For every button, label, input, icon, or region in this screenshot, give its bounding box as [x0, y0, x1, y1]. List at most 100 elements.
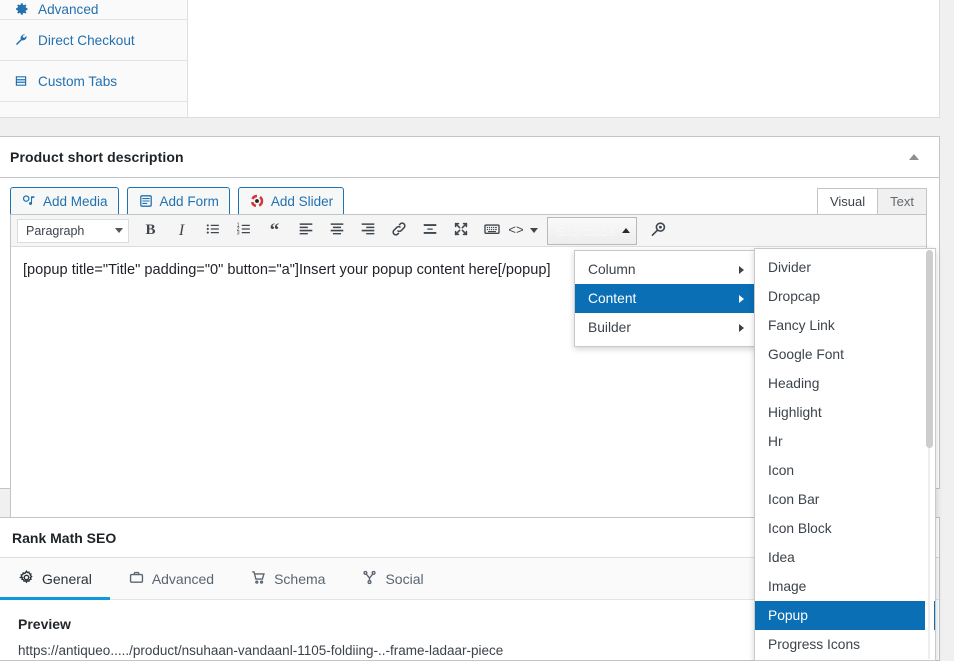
readmore-icon: [421, 220, 439, 241]
bold-button[interactable]: B: [135, 217, 166, 245]
aligncenter-icon: [328, 220, 346, 241]
share-icon: [361, 569, 378, 589]
product-data-tab-advanced[interactable]: Advanced: [0, 0, 187, 20]
tab-text-label: Text: [890, 194, 914, 209]
submenu-scrollbar[interactable]: [925, 250, 934, 659]
menu-item-label: Content: [588, 291, 637, 306]
editor-toolbar: Paragraph B I 123 “ <> Shortcode: [11, 215, 926, 247]
scrollbar-thumb[interactable]: [926, 250, 933, 448]
toolbar-toggle-button[interactable]: [476, 217, 507, 245]
add-form-button[interactable]: Add Form: [126, 187, 230, 217]
submenu-item-label: Image: [768, 579, 807, 594]
numlist-icon: 123: [235, 220, 253, 241]
italic-button[interactable]: I: [166, 217, 197, 245]
submenu-item-icon-block[interactable]: Icon Block: [755, 514, 935, 543]
submenu-item-progress-icons[interactable]: Progress Icons: [755, 630, 935, 659]
format-select[interactable]: Paragraph: [17, 218, 129, 243]
alignright-icon: [359, 220, 377, 241]
media-icon: [21, 193, 37, 212]
submenu-item-divider[interactable]: Divider: [755, 253, 935, 282]
source-code-caret[interactable]: [525, 217, 543, 245]
read-more-button[interactable]: [414, 217, 445, 245]
fullscreen-button[interactable]: [445, 217, 476, 245]
tab-visual[interactable]: Visual: [816, 188, 879, 214]
submenu-item-icon-bar[interactable]: Icon Bar: [755, 485, 935, 514]
numbered-list-button[interactable]: 123: [228, 217, 259, 245]
caret-down-icon: [530, 228, 538, 233]
svg-text:3: 3: [236, 231, 239, 237]
add-media-button[interactable]: Add Media: [10, 187, 119, 217]
shortcode-dropdown-menu: Column Content Builder: [574, 250, 756, 347]
submenu-item-label: Fancy Link: [768, 318, 835, 333]
tab-text[interactable]: Text: [877, 188, 927, 214]
blockquote-icon: “: [269, 220, 280, 241]
submenu-item-icon[interactable]: Icon: [755, 456, 935, 485]
shortcode-submenu-content: Divider Dropcap Fancy Link Google Font H…: [754, 248, 936, 661]
submenu-item-label: Popup: [768, 608, 808, 623]
product-data-tab-direct-checkout[interactable]: Direct Checkout: [0, 20, 187, 61]
submenu-item-dropcap[interactable]: Dropcap: [755, 282, 935, 311]
metabox-header: Product short description: [0, 137, 939, 178]
keyboard-icon: [483, 220, 501, 241]
metabox-collapse-toggle[interactable]: [901, 144, 927, 170]
submenu-item-label: Icon Bar: [768, 492, 820, 507]
chevron-right-icon: [739, 294, 744, 303]
table-icon: [12, 73, 29, 90]
rank-math-tab-schema[interactable]: Schema: [232, 558, 343, 599]
submenu-item-label: Progress Icons: [768, 637, 861, 652]
gear-icon: [18, 569, 35, 589]
product-data-panel-body: [189, 0, 939, 117]
add-form-label: Add Form: [159, 194, 219, 210]
shortcode-button[interactable]: Shortcode: [547, 216, 638, 245]
shortcode-menu-item-builder[interactable]: Builder: [575, 313, 755, 342]
caret-up-icon: [622, 228, 631, 233]
code-icon: <>: [508, 223, 524, 238]
rank-math-tab-advanced[interactable]: Advanced: [110, 558, 232, 599]
briefcase-icon: [128, 569, 145, 589]
rank-math-tab-general[interactable]: General: [0, 558, 110, 600]
chevron-down-icon: [115, 228, 123, 233]
submenu-item-idea[interactable]: Idea: [755, 543, 935, 572]
gear-icon: [12, 0, 29, 17]
form-icon: [138, 193, 154, 212]
submenu-item-label: Dropcap: [768, 289, 821, 304]
menu-item-label: Builder: [588, 320, 631, 335]
shortcode-menu-item-column[interactable]: Column: [575, 255, 755, 284]
product-data-tab-custom-tabs[interactable]: Custom Tabs: [0, 61, 187, 102]
submenu-item-hr[interactable]: Hr: [755, 427, 935, 456]
source-code-button[interactable]: <>: [507, 217, 525, 245]
slider-icon: [249, 193, 265, 212]
submenu-item-label: Idea: [768, 550, 795, 565]
shortcode-menu-item-content[interactable]: Content: [575, 284, 755, 313]
wrench-icon: [12, 32, 29, 49]
submenu-item-label: Hr: [768, 434, 783, 449]
blockquote-button[interactable]: “: [259, 217, 290, 245]
product-data-tab-label: Custom Tabs: [38, 73, 118, 89]
product-data-panel: Advanced Direct Checkout Custom Tabs: [0, 0, 940, 118]
submenu-item-image[interactable]: Image: [755, 572, 935, 601]
align-right-button[interactable]: [352, 217, 383, 245]
caret-up-icon: [909, 154, 919, 160]
align-center-button[interactable]: [321, 217, 352, 245]
add-media-label: Add Media: [43, 194, 108, 210]
submenu-item-popup[interactable]: Popup: [755, 601, 935, 630]
editor-mode-tabs: Visual Text: [816, 188, 927, 214]
bulleted-list-button[interactable]: [197, 217, 228, 245]
search-button[interactable]: [643, 217, 674, 245]
page-title: Product short description: [10, 149, 184, 165]
rank-math-tab-social[interactable]: Social: [343, 558, 441, 599]
product-data-tab-label: Advanced: [38, 2, 99, 17]
align-left-button[interactable]: [290, 217, 321, 245]
submenu-item-heading[interactable]: Heading: [755, 369, 935, 398]
submenu-item-highlight[interactable]: Highlight: [755, 398, 935, 427]
add-slider-button[interactable]: Add Slider: [237, 187, 345, 217]
page-right-gutter: [940, 0, 954, 661]
submenu-item-fancy-link[interactable]: Fancy Link: [755, 311, 935, 340]
submenu-item-label: Heading: [768, 376, 820, 391]
menu-item-label: Column: [588, 262, 636, 277]
fullscreen-icon: [452, 220, 470, 241]
insert-link-button[interactable]: [383, 217, 414, 245]
shortcode-button-label: Shortcode: [556, 223, 616, 238]
add-slider-label: Add Slider: [270, 194, 334, 210]
submenu-item-google-font[interactable]: Google Font: [755, 340, 935, 369]
